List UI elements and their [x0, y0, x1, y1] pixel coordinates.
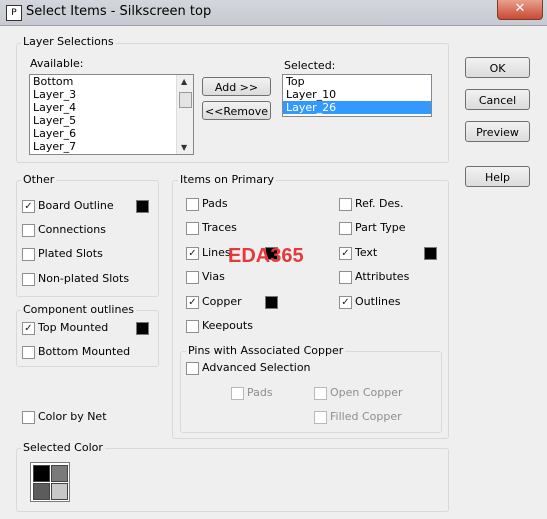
checkbox-label: Plated Slots: [38, 247, 103, 260]
selected-color-label: Selected Color: [21, 441, 105, 454]
color-swatch-black[interactable]: [33, 465, 50, 482]
layer-selections-label: Layer Selections: [21, 35, 116, 48]
checkbox-label: Bottom Mounted: [38, 345, 131, 358]
checkbox-label: Part Type: [355, 221, 406, 234]
selected-color-group: [16, 448, 449, 512]
ok-button[interactable]: OK: [465, 57, 530, 78]
list-item[interactable]: Layer_3: [30, 88, 176, 101]
selected-listbox[interactable]: Top Layer_10 Layer_26: [282, 74, 432, 117]
scroll-up-icon[interactable]: ▲: [181, 77, 187, 86]
check-icon[interactable]: ✓: [339, 296, 352, 309]
color-swatch-darkgray[interactable]: [33, 483, 50, 500]
checkbox-label: Board Outline: [38, 199, 114, 212]
checkbox-label: Text: [355, 246, 378, 259]
window-title: Select Items - Silkscreen top: [26, 4, 212, 19]
checkbox-box[interactable]: [186, 198, 199, 211]
checkbox-box[interactable]: [339, 198, 352, 211]
available-label: Available:: [30, 57, 84, 70]
checkbox-box[interactable]: [186, 320, 199, 333]
color-swatch[interactable]: [424, 247, 437, 260]
checkbox-box[interactable]: [186, 271, 199, 284]
checkbox-label: Copper: [202, 295, 242, 308]
checkbox-box[interactable]: [231, 387, 244, 400]
checkbox-box[interactable]: [186, 222, 199, 235]
pins-pads-label: Pads: [247, 386, 273, 399]
list-item[interactable]: Layer_5: [30, 114, 176, 127]
check-icon[interactable]: ✓: [22, 322, 35, 335]
select-items-dialog: P Select Items - Silkscreen top ✕ Layer …: [0, 0, 547, 519]
checkbox-box[interactable]: [22, 273, 35, 286]
color-swatch[interactable]: [265, 296, 278, 309]
color-swatch[interactable]: [136, 322, 149, 335]
color-swatch-lightgray[interactable]: [51, 483, 68, 500]
checkbox-label: Traces: [202, 221, 237, 234]
checkbox-label: Top Mounted: [38, 321, 109, 334]
checkbox-box[interactable]: [22, 411, 35, 424]
pins-label: Pins with Associated Copper: [186, 344, 346, 357]
list-item[interactable]: Layer_26: [283, 101, 431, 114]
checkbox-box[interactable]: [314, 411, 327, 424]
check-icon[interactable]: ✓: [186, 247, 199, 260]
checkbox-label: Vias: [202, 270, 225, 283]
filled-copper-label: Filled Copper: [330, 410, 402, 423]
advanced-selection-label: Advanced Selection: [202, 361, 311, 374]
checkbox-label: Keepouts: [202, 319, 253, 332]
watermark-text: EDA365: [228, 245, 304, 267]
checkbox-label: Lines: [202, 246, 231, 259]
available-listbox[interactable]: Bottom Layer_3 Layer_4 Layer_5 Layer_6 Layer_…: [29, 74, 194, 155]
scroll-thumb[interactable]: [179, 92, 192, 108]
help-button[interactable]: Help: [465, 166, 530, 187]
selected-color-picker[interactable]: [30, 462, 70, 502]
checkbox-box[interactable]: [339, 271, 352, 284]
add-button[interactable]: Add >>: [202, 77, 271, 96]
checkbox-label: Outlines: [355, 295, 401, 308]
component-outlines-label: Component outlines: [21, 303, 136, 316]
list-item[interactable]: Layer_6: [30, 127, 176, 140]
available-scrollbar[interactable]: ▲ ▼: [176, 75, 193, 154]
remove-button[interactable]: <<Remove: [202, 101, 271, 120]
color-swatch[interactable]: [136, 200, 149, 213]
check-icon[interactable]: ✓: [186, 296, 199, 309]
checkbox-label: Pads: [202, 197, 228, 210]
list-item[interactable]: Layer_4: [30, 101, 176, 114]
selected-label: Selected:: [284, 59, 336, 72]
other-label: Other: [21, 173, 57, 186]
scroll-down-icon[interactable]: ▼: [181, 143, 187, 152]
checkbox-label: Non-plated Slots: [38, 272, 130, 285]
list-item[interactable]: Bottom: [30, 75, 176, 88]
cancel-button[interactable]: Cancel: [465, 89, 530, 110]
check-icon[interactable]: ✓: [339, 247, 352, 260]
list-item[interactable]: Layer_7: [30, 140, 176, 153]
list-item[interactable]: Top: [283, 75, 431, 88]
preview-button[interactable]: Preview: [465, 121, 530, 142]
checkbox-label: Ref. Des.: [355, 197, 404, 210]
app-icon: P: [6, 5, 22, 21]
close-button[interactable]: ✕: [497, 0, 543, 20]
open-copper-label: Open Copper: [330, 386, 403, 399]
checkbox-box[interactable]: [314, 387, 327, 400]
title-bar[interactable]: P Select Items - Silkscreen top ✕: [0, 0, 547, 26]
checkbox-label: Connections: [38, 223, 106, 236]
checkbox-label: Attributes: [355, 270, 410, 283]
list-item[interactable]: Layer_10: [283, 88, 431, 101]
items-on-primary-label: Items on Primary: [178, 173, 276, 186]
check-icon[interactable]: ✓: [22, 200, 35, 213]
component-outlines-group: [16, 310, 159, 367]
checkbox-box[interactable]: [22, 224, 35, 237]
checkbox-box[interactable]: [186, 362, 199, 375]
checkbox-box[interactable]: [22, 346, 35, 359]
checkbox-box[interactable]: [22, 248, 35, 261]
color-swatch-gray[interactable]: [51, 465, 68, 482]
checkbox-box[interactable]: [339, 222, 352, 235]
color-by-net-label: Color by Net: [38, 410, 107, 423]
